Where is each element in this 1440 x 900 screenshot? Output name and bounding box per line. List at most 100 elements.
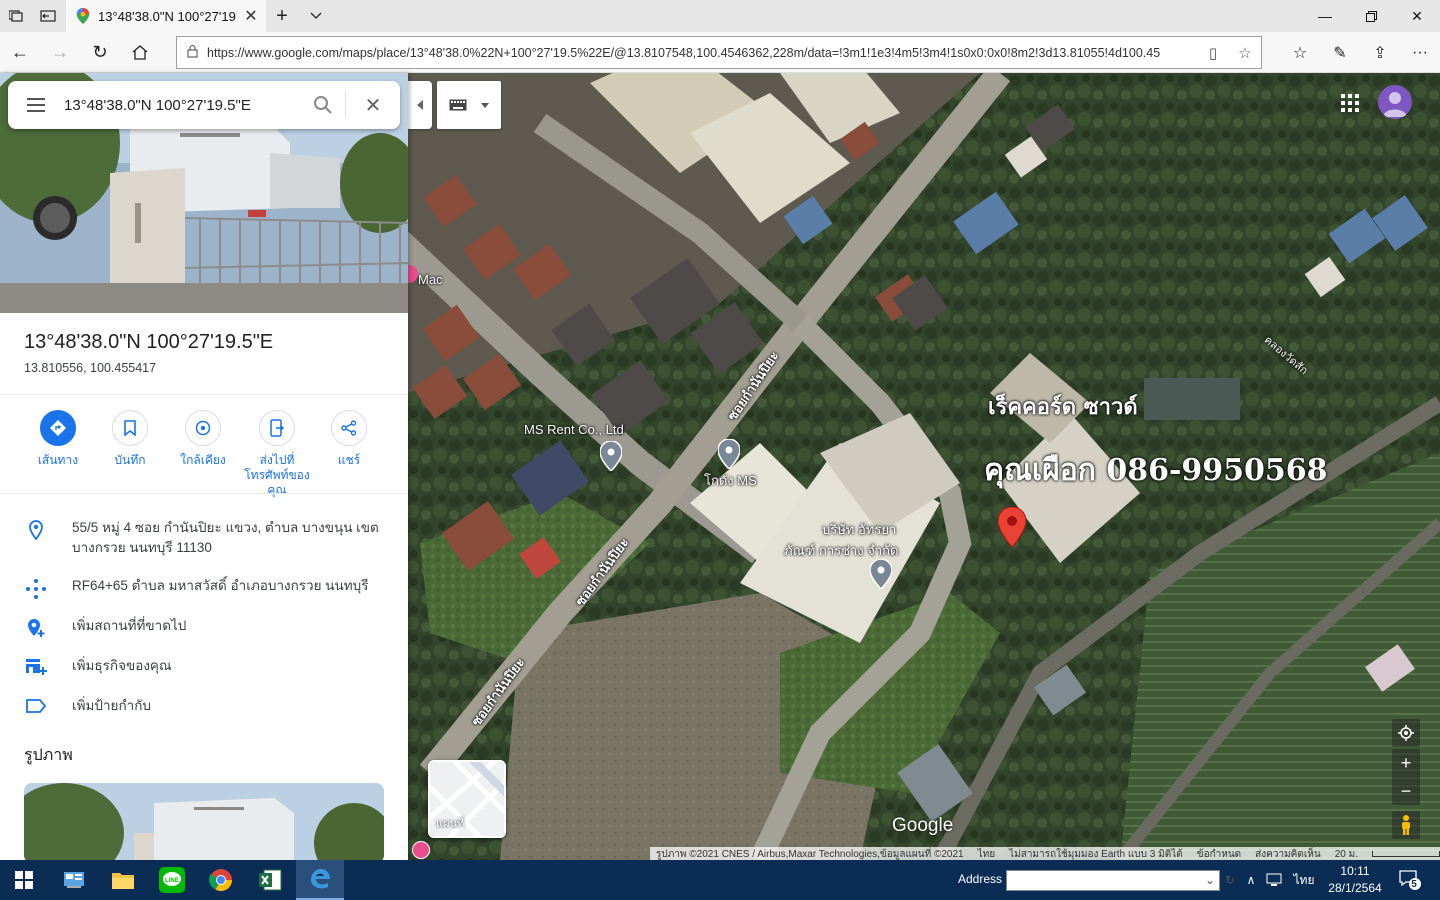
- map-label-ms-rent[interactable]: MS Rent Co., Ltd: [524, 422, 624, 437]
- address-toolbar-input[interactable]: [1006, 870, 1220, 891]
- url-text[interactable]: https://www.google.com/maps/place/13°48'…: [207, 46, 1197, 60]
- tab-actions-icon[interactable]: [0, 0, 32, 32]
- add-label-text: เพิ่มป้ายกำกับ: [72, 698, 151, 713]
- divider: [0, 394, 408, 395]
- favorites-icon[interactable]: ☆: [1280, 36, 1320, 69]
- nearby-icon: [195, 420, 211, 436]
- terms-link[interactable]: ข้อกำหนด: [1197, 847, 1241, 860]
- lock-icon[interactable]: [177, 44, 207, 61]
- map-label-company-line1[interactable]: บริษัท อัทรยา: [822, 519, 896, 540]
- place-decimal-coords[interactable]: 13.810556, 100.455417: [24, 361, 156, 375]
- address-row[interactable]: 55/5 หมู่ 4 ซอย กำนันปิยะ แขวง, ตำบล บาง…: [0, 518, 408, 558]
- file-explorer-icon[interactable]: [99, 860, 147, 900]
- chrome-icon[interactable]: [197, 860, 245, 900]
- poi-pin-ms-rent-icon[interactable]: [600, 441, 622, 471]
- address-dropdown-icon[interactable]: ⌄: [1200, 860, 1220, 900]
- clock[interactable]: 10:11 28/1/2564: [1322, 863, 1388, 897]
- nearby-label: ใกล้เคียง: [180, 453, 226, 467]
- add-business-icon: [26, 659, 47, 675]
- control-panel-icon[interactable]: [50, 860, 98, 900]
- input-tools-button[interactable]: [437, 81, 501, 129]
- back-icon[interactable]: ←: [0, 36, 40, 69]
- excel-icon[interactable]: [246, 860, 294, 900]
- share-icon: [341, 420, 357, 436]
- start-windows-icon[interactable]: [0, 860, 48, 900]
- plus-code-row[interactable]: RF64+65 ตำบล มหาสวัสดิ์ อำเภอบางกรวย นนท…: [0, 576, 408, 600]
- pegman-icon[interactable]: [1392, 811, 1420, 839]
- address-bar[interactable]: https://www.google.com/maps/place/13°48'…: [176, 36, 1262, 69]
- new-tab-icon[interactable]: +: [266, 0, 298, 32]
- place-title: 13°48'38.0"N 100°27'19.5"E: [24, 331, 274, 353]
- taskbar: LINE Address ⌄ ↻ ∧ ไทย 10:11 28/1/2564 5: [0, 860, 1440, 900]
- add-label-row[interactable]: เพิ่มป้ายกำกับ: [0, 696, 408, 716]
- nearby-badge-icon[interactable]: [412, 841, 430, 859]
- clock-time: 10:11: [1340, 864, 1370, 878]
- my-location-button[interactable]: [1392, 719, 1420, 747]
- search-box[interactable]: 13°48'38.0"N 100°27'19.5"E ✕: [8, 81, 400, 129]
- language-link[interactable]: ไทย: [978, 847, 995, 860]
- clear-search-icon[interactable]: ✕: [346, 93, 400, 118]
- input-language[interactable]: ไทย: [1290, 860, 1318, 900]
- add-missing-place-row[interactable]: เพิ่มสถานที่ที่ขาดไป: [0, 616, 408, 638]
- feedback-link[interactable]: ส่งความคิดเห็น: [1255, 847, 1321, 860]
- avatar[interactable]: [1378, 85, 1412, 119]
- zoom-out-button[interactable]: −: [1392, 777, 1420, 805]
- add-business-row[interactable]: เพิ่มธุรกิจของคุณ: [0, 656, 408, 676]
- keyboard-icon: [449, 99, 467, 111]
- tab-strip: 13°48'38.0"N 100°27'19 ✕ + — ✕: [0, 0, 1440, 32]
- send-to-phone-icon: [270, 419, 284, 437]
- attribution-bar: รูปภาพ ©2021 CNES / Airbus,Maxar Technol…: [650, 847, 1440, 860]
- tray-overflow-icon[interactable]: ∧: [1242, 860, 1260, 900]
- svg-text:LINE: LINE: [165, 878, 179, 884]
- home-icon[interactable]: [120, 36, 160, 69]
- favorite-star-icon[interactable]: ☆: [1229, 44, 1261, 62]
- save-button[interactable]: บันทึก: [94, 410, 166, 468]
- browser-tab[interactable]: 13°48'38.0"N 100°27'19 ✕: [66, 0, 266, 32]
- send-to-phone-label: ส่งไปที่โทรศัพท์ของคุณ: [244, 453, 310, 497]
- address-go-icon[interactable]: ↻: [1220, 860, 1240, 900]
- overlay-contact: คุณเผือก 086-9950568: [984, 453, 1328, 488]
- map-label-company-line2[interactable]: ภัณฑ์ การช่าง จำกัด: [784, 540, 899, 561]
- share-button[interactable]: แชร์: [313, 410, 385, 468]
- plus-code-text: RF64+65 ตำบล มหาสวัสดิ์ อำเภอบางกรวย นนท…: [72, 578, 369, 593]
- map-layer-switch[interactable]: แผนที่: [428, 760, 506, 838]
- zoom-in-button[interactable]: +: [1392, 749, 1420, 777]
- poi-pin-ms-warehouse-icon[interactable]: [718, 439, 740, 469]
- map-label-ms-warehouse[interactable]: โกดัง MS: [704, 470, 757, 491]
- close-window-icon[interactable]: ✕: [1394, 0, 1440, 32]
- place-panel: 13°48'38.0"N 100°27'19.5"E ✕ 13°48'38.0"…: [0, 73, 408, 860]
- forward-icon[interactable]: →: [40, 36, 80, 69]
- send-to-phone-button[interactable]: ส่งไปที่โทรศัพท์ของคุณ: [240, 410, 314, 498]
- google-logo: Google: [892, 815, 954, 836]
- minimize-icon[interactable]: —: [1302, 0, 1348, 32]
- refresh-icon[interactable]: ↻: [80, 36, 120, 69]
- map-label-mac[interactable]: Mac: [418, 272, 443, 287]
- restore-icon[interactable]: [1348, 0, 1394, 32]
- tab-list-chevron-icon[interactable]: [300, 0, 332, 32]
- location-pin-icon[interactable]: [998, 507, 1026, 547]
- search-input[interactable]: 13°48'38.0"N 100°27'19.5"E: [64, 97, 301, 114]
- close-tab-icon[interactable]: ✕: [236, 6, 266, 26]
- hamburger-menu-icon[interactable]: [8, 98, 64, 112]
- set-tabs-aside-icon[interactable]: [32, 0, 64, 32]
- tab-title: 13°48'38.0"N 100°27'19: [98, 8, 236, 24]
- line-app-icon[interactable]: LINE: [148, 860, 196, 900]
- collapse-panel-button[interactable]: [408, 81, 432, 129]
- photo-thumbnail[interactable]: [24, 783, 384, 860]
- plus-code-icon: [26, 579, 46, 599]
- clock-date: 28/1/2564: [1328, 881, 1382, 895]
- nearby-button[interactable]: ใกล้เคียง: [167, 410, 239, 468]
- reading-view-icon[interactable]: ▯: [1197, 44, 1229, 62]
- poi-pin-mac-icon[interactable]: [408, 265, 418, 283]
- share-icon[interactable]: ⇪: [1360, 36, 1400, 69]
- notes-pen-icon[interactable]: ✎: [1320, 36, 1360, 69]
- search-icon[interactable]: [301, 96, 345, 114]
- more-menu-icon[interactable]: ···: [1400, 36, 1440, 69]
- dropdown-arrow-icon: [481, 102, 489, 108]
- edge-icon[interactable]: [296, 860, 344, 900]
- network-icon[interactable]: [1264, 860, 1286, 900]
- apps-grid-icon[interactable]: [1340, 93, 1360, 113]
- directions-button[interactable]: เส้นทาง: [22, 410, 94, 468]
- poi-pin-company-icon[interactable]: [870, 559, 892, 589]
- scale-label[interactable]: 20 ม.: [1335, 847, 1358, 860]
